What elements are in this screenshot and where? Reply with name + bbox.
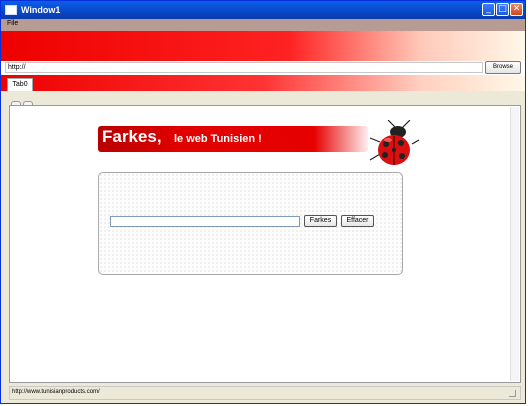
minimize-button[interactable]: _ — [482, 3, 495, 16]
menu-bar: File — [1, 19, 525, 31]
window-title: Window1 — [21, 5, 61, 15]
search-button[interactable]: Farkes — [304, 215, 337, 227]
address-bar: http:// Browse — [1, 61, 525, 75]
maximize-button[interactable]: □ — [496, 3, 509, 16]
ladybug-icon — [369, 120, 420, 165]
window-controls: _ □ ✕ — [482, 3, 523, 16]
url-input[interactable]: http:// — [5, 62, 483, 73]
status-text: http://www.tunisianproducts.com/ — [12, 389, 100, 395]
site-logo: Farkes, le web Tunisien ! — [98, 126, 368, 152]
resize-grip-icon[interactable] — [509, 390, 516, 397]
window-app-icon — [5, 5, 17, 15]
tab-0[interactable]: Tab0 — [7, 78, 33, 91]
title-bar[interactable]: Window1 _ □ ✕ — [1, 1, 525, 19]
search-panel: Farkes Effacer — [98, 172, 403, 275]
browse-button[interactable]: Browse — [485, 61, 521, 74]
logo-tagline: le web Tunisien ! — [174, 133, 262, 145]
header-banner — [1, 31, 525, 61]
browser-content: Farkes, le web Tunisien ! Farkes Effacer — [9, 105, 521, 383]
status-bar: http://www.tunisianproducts.com/ — [9, 386, 521, 400]
app-window: Window1 _ □ ✕ File http:// Browse Tab0 F… — [0, 0, 526, 404]
vertical-scrollbar[interactable] — [510, 107, 519, 381]
clear-button[interactable]: Effacer — [341, 215, 374, 227]
menu-file[interactable]: File — [7, 20, 18, 27]
nav-buttons — [11, 96, 35, 109]
search-input[interactable] — [110, 216, 300, 227]
logo-brand: Farkes, — [102, 127, 162, 146]
close-button[interactable]: ✕ — [510, 3, 523, 16]
tab-strip: Tab0 — [1, 75, 525, 91]
